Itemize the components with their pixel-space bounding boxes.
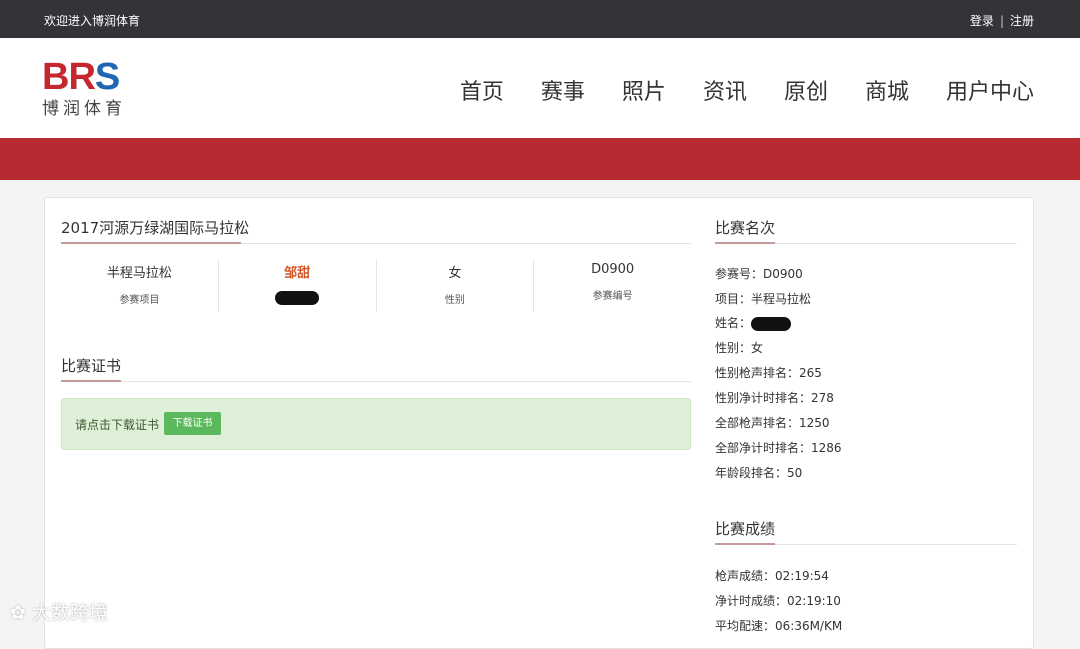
- redacted-label: [219, 291, 376, 308]
- title-underline: [715, 543, 775, 545]
- auth-links: 登录 | 注册: [970, 12, 1034, 29]
- red-banner: [0, 138, 1080, 180]
- results-title: 比赛成绩: [715, 520, 776, 538]
- stat-value: D0900: [591, 262, 635, 277]
- stat-value: 半程马拉松: [106, 266, 172, 281]
- auth-separator: |: [999, 14, 1004, 28]
- nav-photos[interactable]: 照片: [622, 74, 666, 106]
- site-header: BRS 博润体育 首页 赛事 照片 资讯 原创 商城 用户中心: [0, 38, 1080, 138]
- nav-home[interactable]: 首页: [460, 74, 504, 106]
- welcome-text: 欢迎进入博润体育: [44, 14, 141, 28]
- title-underline: [715, 242, 775, 244]
- info-name: 姓名：: [715, 314, 792, 331]
- main-nav: 首页 赛事 照片 资讯 原创 商城 用户中心: [423, 74, 1034, 106]
- logo-wordmark: BRS: [42, 56, 120, 98]
- download-certificate-button[interactable]: 下载证书: [164, 412, 221, 435]
- info-age-group-rank: 年龄段排名：50: [715, 466, 803, 480]
- certificate-title: 比赛证书: [61, 357, 122, 375]
- stat-value: 女: [448, 266, 462, 281]
- notice-text: 请点击下载证书: [75, 418, 160, 432]
- redaction-mark: [751, 316, 792, 331]
- info-overall-gun-rank: 全部枪声排名：1250: [715, 416, 830, 430]
- login-link[interactable]: 登录: [970, 14, 994, 28]
- ranking-title: 比赛名次: [715, 219, 776, 237]
- watermark: ✿ 大数跨境: [10, 602, 108, 624]
- info-overall-net-rank: 全部净计时排名：1286: [715, 441, 842, 455]
- info-gender: 性别：女: [715, 341, 764, 355]
- info-event: 项目：半程马拉松: [715, 292, 812, 306]
- certificate-notice: 请点击下载证书 下载证书: [61, 398, 691, 450]
- nav-user-center[interactable]: 用户中心: [946, 74, 1034, 106]
- info-net-time: 净计时成绩：02:19:10: [715, 594, 841, 608]
- redaction-mark: [275, 291, 320, 305]
- divider: [61, 381, 691, 382]
- nav-news[interactable]: 资讯: [703, 74, 747, 106]
- nav-mall[interactable]: 商城: [865, 74, 909, 106]
- nav-events[interactable]: 赛事: [541, 74, 585, 106]
- runner-stats: 半程马拉松 参赛项目 邹甜 女 性别 D0900 参赛编号: [61, 260, 691, 312]
- title-underline: [61, 380, 121, 382]
- race-title: 2017河源万绿湖国际马拉松: [61, 219, 250, 237]
- register-link[interactable]: 注册: [1010, 14, 1034, 28]
- info-gender-gun-rank: 性别枪声排名：265: [715, 366, 822, 380]
- info-gun-time: 枪声成绩：02:19:54: [715, 569, 829, 583]
- info-bib: 参赛号：D0900: [715, 267, 803, 281]
- stat-label: 参赛编号: [592, 291, 633, 302]
- info-avg-pace: 平均配速：06:36M/KM: [715, 619, 843, 633]
- logo-chinese-name: 博润体育: [42, 99, 126, 119]
- result-card: 2017河源万绿湖国际马拉松 半程马拉松 参赛项目 邹甜 女 性别 D0900 …: [44, 197, 1034, 649]
- stat-event: 半程马拉松 参赛项目: [61, 260, 219, 312]
- runner-name: 邹甜: [284, 266, 311, 281]
- stat-label: 性别: [444, 295, 465, 306]
- top-bar: 欢迎进入博润体育 登录 | 注册: [0, 0, 1080, 38]
- brs-logo[interactable]: BRS 博润体育: [42, 58, 152, 120]
- stat-bib: D0900 参赛编号: [534, 260, 691, 312]
- info-gender-net-rank: 性别净计时排名：278: [715, 391, 834, 405]
- stat-gender: 女 性别: [377, 260, 535, 312]
- stat-label: 参赛项目: [119, 295, 160, 306]
- stat-name: 邹甜: [219, 260, 377, 312]
- nav-original[interactable]: 原创: [784, 74, 828, 106]
- title-underline: [61, 242, 241, 244]
